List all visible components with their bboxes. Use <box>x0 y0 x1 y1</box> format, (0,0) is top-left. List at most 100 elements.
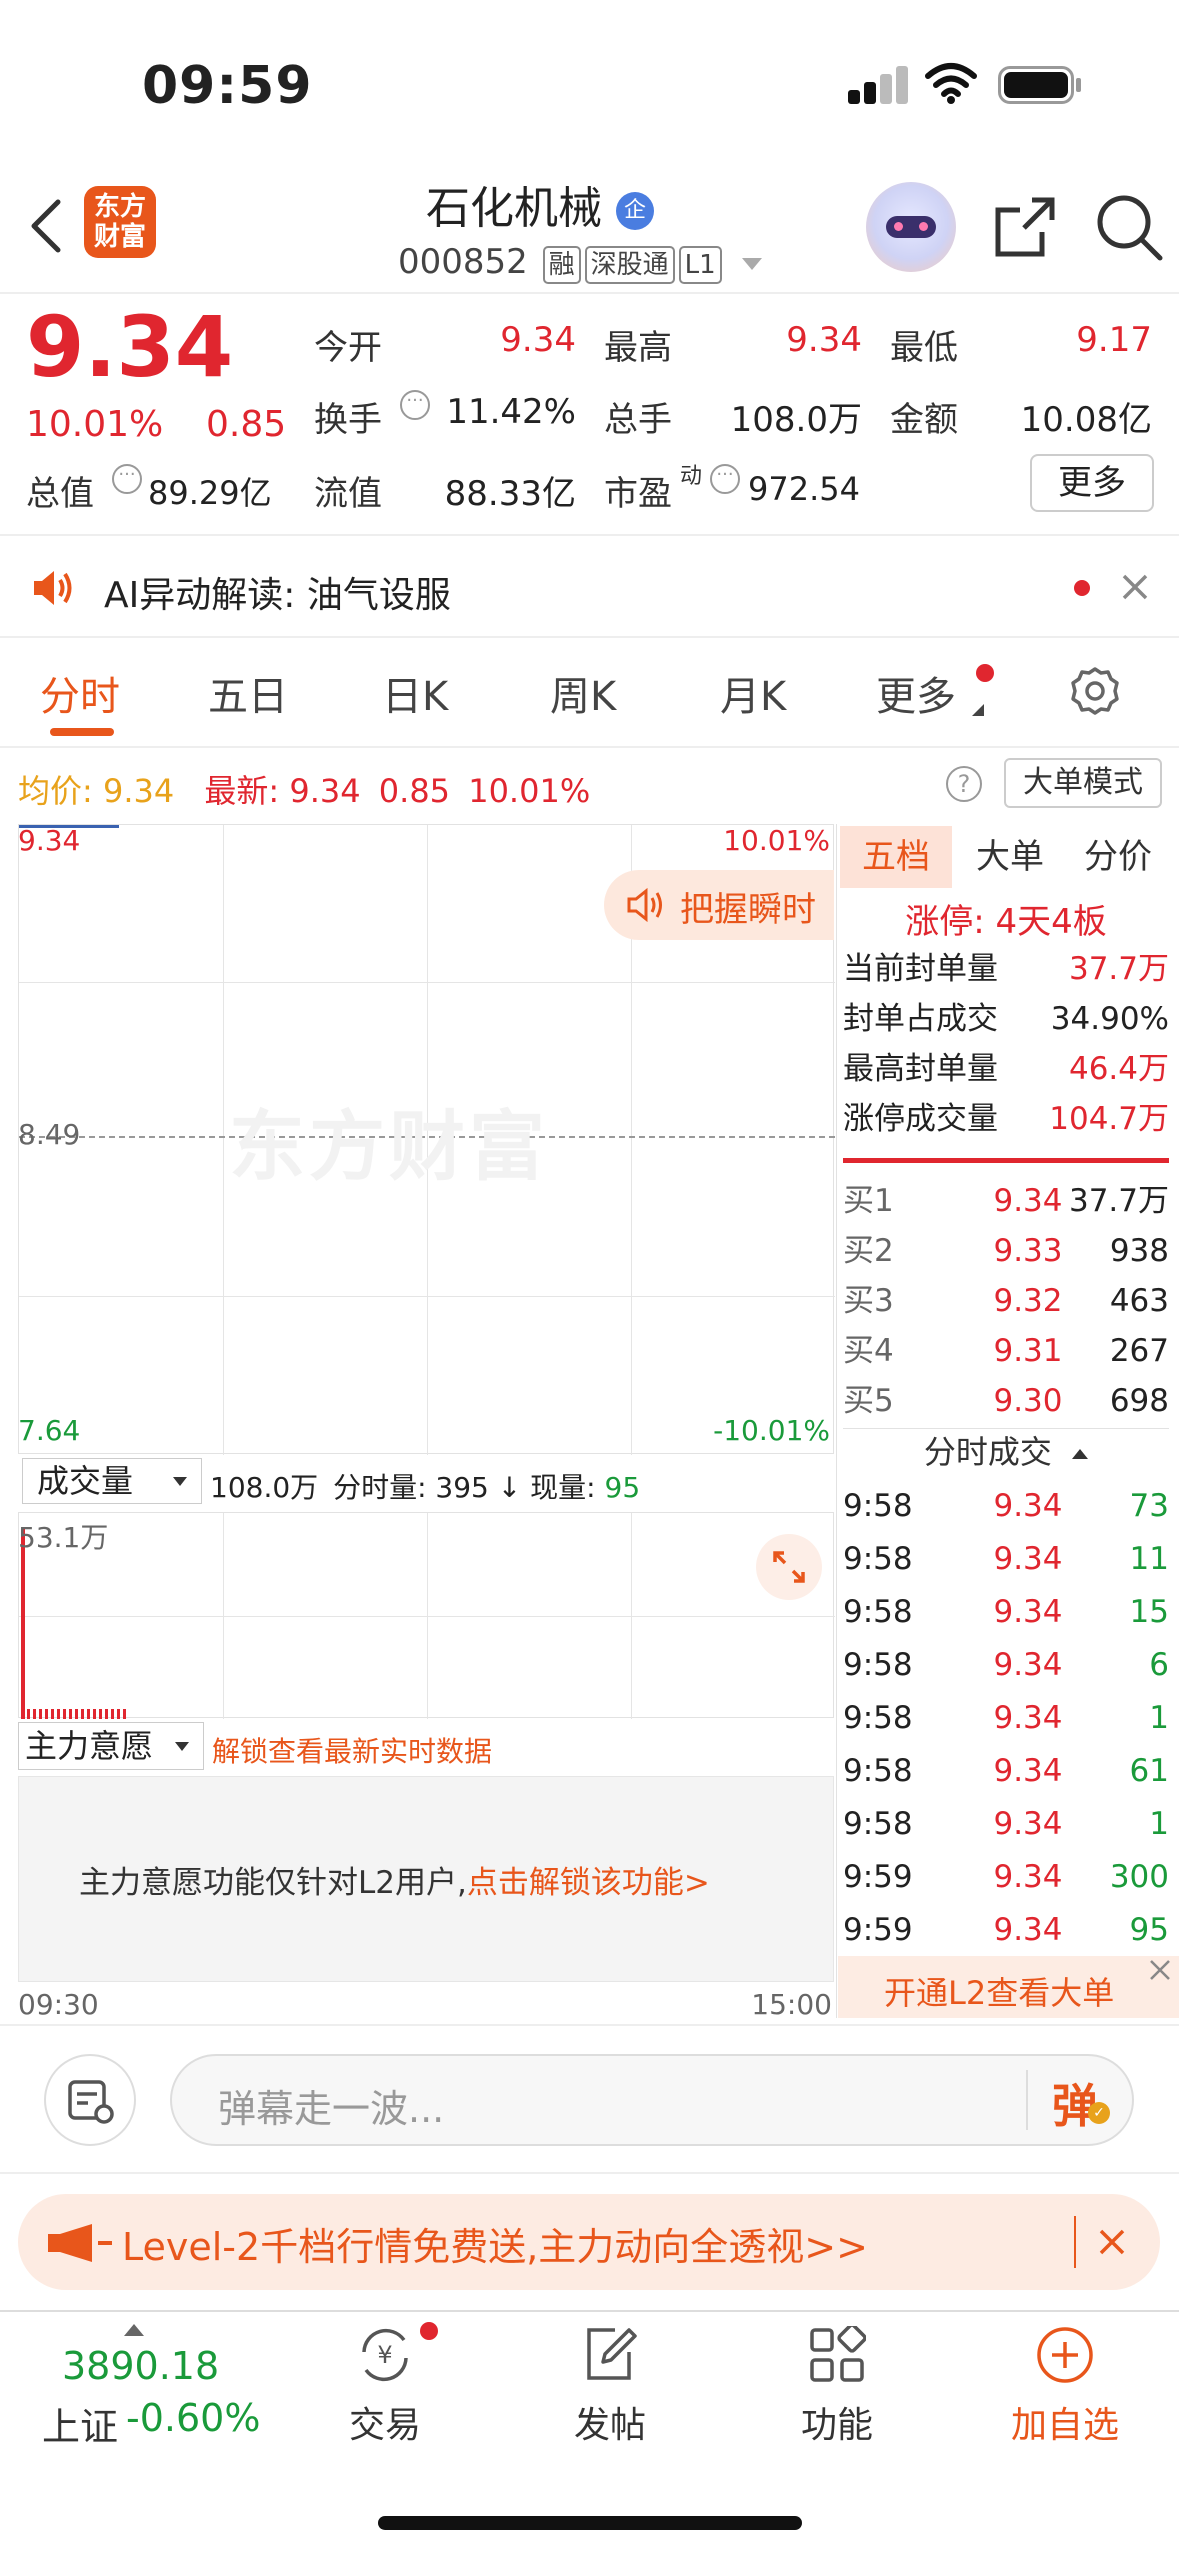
volume-max-label: 53.1万 <box>18 1521 109 1554</box>
grasp-moment-button[interactable]: 把握瞬时 <box>604 870 834 940</box>
x-axis-end-label: 15:00 <box>751 1988 832 2021</box>
index-value: 3890.18 <box>62 2344 220 2388</box>
trade-time: 9:58 <box>843 1594 913 1630</box>
more-button[interactable]: 更多 <box>1030 454 1154 512</box>
right-tab-five-level[interactable]: 五档 <box>840 826 952 888</box>
seal-row: 当前封单量 37.7万 <box>843 944 1169 994</box>
divider <box>843 1428 1169 1429</box>
status-time: 09:59 <box>142 56 313 116</box>
tag-level: L1 <box>678 246 722 284</box>
close-icon[interactable] <box>1120 572 1150 602</box>
chart-watermark: 东方财富 <box>229 1102 549 1191</box>
nav-trade[interactable]: ¥ 交易 <box>320 2318 450 2448</box>
volume-chart[interactable] <box>18 1512 835 1719</box>
tab-five-day[interactable]: 五日 <box>208 664 288 722</box>
main-force-unlock-link[interactable]: 点击解锁该功能> <box>467 1865 710 1901</box>
turnover-label: 换手 <box>314 400 382 440</box>
stock-code-row[interactable]: 000852 融深股通 L1 <box>398 242 763 284</box>
grid-functions-icon <box>810 2326 866 2382</box>
nav-post[interactable]: 发帖 <box>545 2318 675 2448</box>
avg-value: 9.34 <box>102 772 175 810</box>
stock-name: 石化机械 <box>426 183 602 234</box>
info-dots-icon[interactable]: ··· <box>710 464 740 494</box>
close-icon[interactable] <box>1148 1958 1172 1982</box>
volume-bar <box>27 1709 127 1719</box>
tab-monthly-k[interactable]: 月K <box>720 664 786 722</box>
level2-promo-banner[interactable]: Level-2千档行情免费送,主力动向全透视>> <box>18 2194 1160 2290</box>
settings-gear-icon[interactable] <box>1070 666 1120 716</box>
back-arrow-icon[interactable] <box>28 198 64 254</box>
tab-intraday[interactable]: 分时 <box>40 664 120 722</box>
dropdown-triangle-icon <box>173 1477 187 1486</box>
cellular-signal-icon <box>848 66 908 104</box>
ai-banner[interactable]: AI异动解读: 油气设服 <box>104 566 451 618</box>
bid-volume: 698 <box>1109 1383 1169 1419</box>
tab-daily-k[interactable]: 日K <box>382 664 448 722</box>
seal-label: 最高封单量 <box>843 1051 998 1087</box>
tab-weekly-k[interactable]: 周K <box>550 664 616 722</box>
bid-price: 9.32 <box>993 1283 1063 1319</box>
volume-bar <box>21 1529 25 1719</box>
bid-row: 买3 9.32 463 <box>843 1276 1169 1326</box>
index-ticker[interactable]: 3890.18 上证 -0.60% <box>30 2320 270 2450</box>
bid-price: 9.34 <box>993 1183 1063 1219</box>
help-icon[interactable]: ? <box>946 766 982 802</box>
bid-volume: 267 <box>1109 1333 1169 1369</box>
seal-value: 34.90% <box>1050 1001 1169 1037</box>
nav-add-watchlist[interactable]: 加自选 <box>990 2318 1140 2448</box>
expand-icon[interactable] <box>756 1534 822 1600</box>
trade-row: 9:58 9.34 6 <box>843 1639 1169 1692</box>
trade-row: 9:58 9.34 61 <box>843 1745 1169 1798</box>
l2-banner[interactable]: 开通L2查看大单 <box>838 1956 1179 2018</box>
nav-functions-label: 功能 <box>800 2405 873 2446</box>
limit-up-status: 涨停: 4天4板 <box>905 902 1107 942</box>
share-icon[interactable] <box>992 194 1058 260</box>
amount-label: 金额 <box>890 400 958 440</box>
comment-list-icon[interactable] <box>44 2054 136 2146</box>
active-tab-indicator <box>50 728 114 736</box>
caret-up-icon <box>124 2324 144 2336</box>
search-icon[interactable] <box>1094 192 1164 262</box>
tab-more-dot <box>976 664 994 682</box>
dropdown-triangle-icon <box>175 1742 189 1751</box>
chart-info-row: 均价: 9.34 最新: 9.34 0.85 10.01% <box>18 766 590 812</box>
trade-row: 9:59 9.34 95 <box>843 1904 1169 1957</box>
info-dots-icon[interactable]: ··· <box>400 390 430 420</box>
divider <box>0 534 1179 536</box>
pe-value: 972.54 <box>748 470 860 508</box>
nav-trade-dot <box>420 2322 438 2340</box>
main-force-selector[interactable]: 主力意愿 <box>18 1722 204 1770</box>
amount-value: 10.08亿 <box>1020 400 1152 440</box>
volume-value: 108.0万 <box>730 400 862 440</box>
close-icon[interactable] <box>1098 2228 1126 2256</box>
right-tab-price-dist[interactable]: 分价 <box>1066 826 1170 888</box>
danmu-input[interactable]: 弹幕走一波... 弹 ✓ <box>170 2054 1134 2146</box>
trade-row: 9:59 9.34 300 <box>843 1851 1169 1904</box>
nav-functions[interactable]: 功能 <box>772 2318 902 2448</box>
big-order-mode-button[interactable]: 大单模式 <box>1004 758 1162 808</box>
volume-selector-label: 成交量 <box>37 1462 134 1500</box>
trades-header[interactable]: 分时成交 <box>843 1430 1169 1474</box>
low-value: 9.17 <box>1076 320 1152 360</box>
danmu-button[interactable]: 弹 <box>1052 2070 1098 2136</box>
bid-label: 买1 <box>843 1183 894 1219</box>
latest-percent: 10.01% <box>468 772 591 810</box>
trade-row: 9:58 9.34 1 <box>843 1692 1169 1745</box>
right-tab-big-order[interactable]: 大单 <box>960 826 1060 888</box>
float-value: 88.33亿 <box>444 474 576 514</box>
main-force-notice: 主力意愿功能仅针对L2用户, <box>79 1865 467 1901</box>
bid-volume: 938 <box>1109 1233 1169 1269</box>
seal-value: 46.4万 <box>1068 1051 1169 1087</box>
info-dots-icon[interactable]: ··· <box>112 464 142 494</box>
float-label: 流值 <box>314 474 382 514</box>
robot-assistant-icon[interactable] <box>866 182 956 272</box>
grasp-moment-label: 把握瞬时 <box>680 890 816 930</box>
current-volume-label: 现量: <box>530 1471 596 1504</box>
volume-selector[interactable]: 成交量 <box>22 1458 202 1504</box>
y-axis-top-label: 9.34 <box>18 824 81 857</box>
stock-title: 石化机械 企 <box>300 172 780 236</box>
seal-value: 37.7万 <box>1068 951 1169 987</box>
unlock-realtime-link[interactable]: 解锁查看最新实时数据 <box>212 1730 492 1770</box>
tab-more[interactable]: 更多 <box>876 664 956 722</box>
trade-volume: 11 <box>1129 1541 1169 1577</box>
